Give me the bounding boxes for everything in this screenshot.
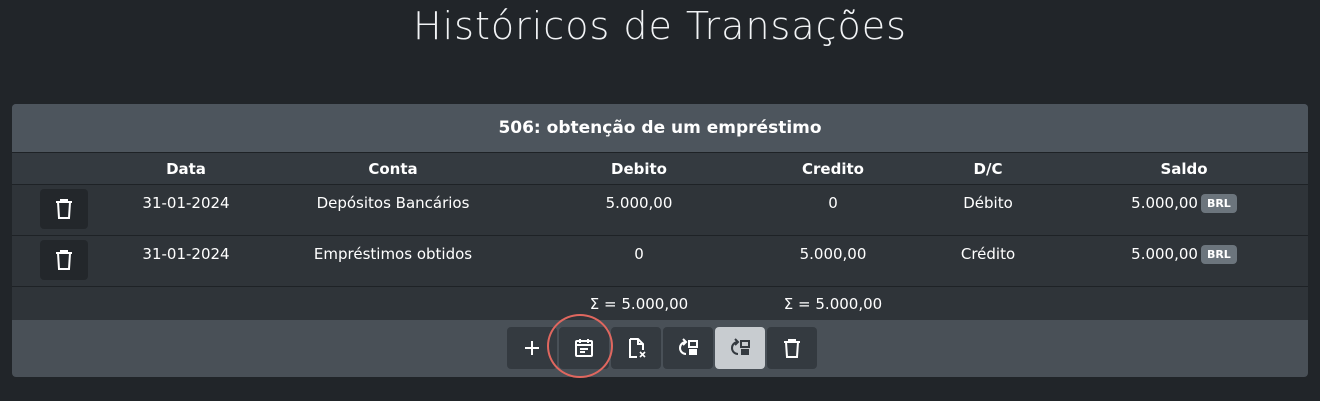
action-toolbar	[507, 327, 819, 369]
swap-right-button[interactable]	[715, 327, 765, 369]
delete-transaction-button[interactable]	[767, 327, 817, 369]
row-account: Empréstimos obtidos	[258, 235, 528, 287]
transaction-card: 506: obtenção de um empréstimo Data Cont…	[12, 104, 1308, 377]
column-header-debit: Debito	[528, 152, 750, 185]
totals-empty-cell	[12, 286, 114, 320]
card-title: 506: obtenção de um empréstimo	[12, 104, 1308, 152]
export-file-button[interactable]	[611, 327, 661, 369]
trash-icon	[56, 199, 72, 219]
add-entry-button[interactable]	[507, 327, 557, 369]
row-date: 31-01-2024	[114, 235, 258, 287]
swap-left-button[interactable]	[663, 327, 713, 369]
currency-badge: BRL	[1200, 245, 1237, 264]
row-actions-cell	[12, 184, 114, 236]
totals-empty-cell	[114, 286, 258, 320]
row-credit: 0	[750, 184, 916, 236]
calendar-text-icon	[575, 339, 593, 357]
column-header-account: Conta	[258, 152, 528, 185]
table-row: 31-01-2024 Depósitos Bancários 5.000,00 …	[12, 184, 1308, 236]
totals-empty-cell	[916, 286, 1060, 320]
table-row: 31-01-2024 Empréstimos obtidos 0 5.000,0…	[12, 235, 1308, 287]
row-account: Depósitos Bancários	[258, 184, 528, 236]
delete-row-button[interactable]	[40, 240, 88, 280]
swap-left-icon	[679, 338, 698, 355]
delete-row-button[interactable]	[40, 189, 88, 229]
calendar-button[interactable]	[559, 327, 609, 369]
table-header-row: Data Conta Debito Credito D/C Saldo	[12, 152, 1308, 185]
row-balance-cell: 5.000,00 BRL	[1060, 235, 1308, 287]
total-credit: Σ = 5.000,00	[750, 286, 916, 320]
row-balance: 5.000,00	[1131, 194, 1198, 212]
totals-empty-cell	[258, 286, 528, 320]
transactions-table: Data Conta Debito Credito D/C Saldo 31-0…	[12, 152, 1308, 320]
row-debit: 5.000,00	[528, 184, 750, 236]
page-title: Históricos de Transações	[413, 4, 907, 48]
row-dc: Crédito	[916, 235, 1060, 287]
row-actions-cell	[12, 235, 114, 287]
totals-empty-cell	[1060, 286, 1308, 320]
column-header-actions	[12, 152, 114, 185]
file-remove-icon	[629, 338, 646, 358]
row-balance-cell: 5.000,00 BRL	[1060, 184, 1308, 236]
column-header-balance: Saldo	[1060, 152, 1308, 185]
swap-right-icon	[731, 338, 750, 355]
row-date: 31-01-2024	[114, 184, 258, 236]
column-header-date: Data	[114, 152, 258, 185]
trash-icon	[784, 339, 800, 358]
column-header-dc: D/C	[916, 152, 1060, 185]
row-debit: 0	[528, 235, 750, 287]
column-header-credit: Credito	[750, 152, 916, 185]
row-dc: Débito	[916, 184, 1060, 236]
row-credit: 5.000,00	[750, 235, 916, 287]
totals-row: Σ = 5.000,00 Σ = 5.000,00	[12, 286, 1308, 320]
currency-badge: BRL	[1200, 194, 1237, 213]
trash-icon	[56, 250, 72, 270]
plus-icon	[525, 341, 539, 355]
total-debit: Σ = 5.000,00	[528, 286, 750, 320]
row-balance: 5.000,00	[1131, 245, 1198, 263]
